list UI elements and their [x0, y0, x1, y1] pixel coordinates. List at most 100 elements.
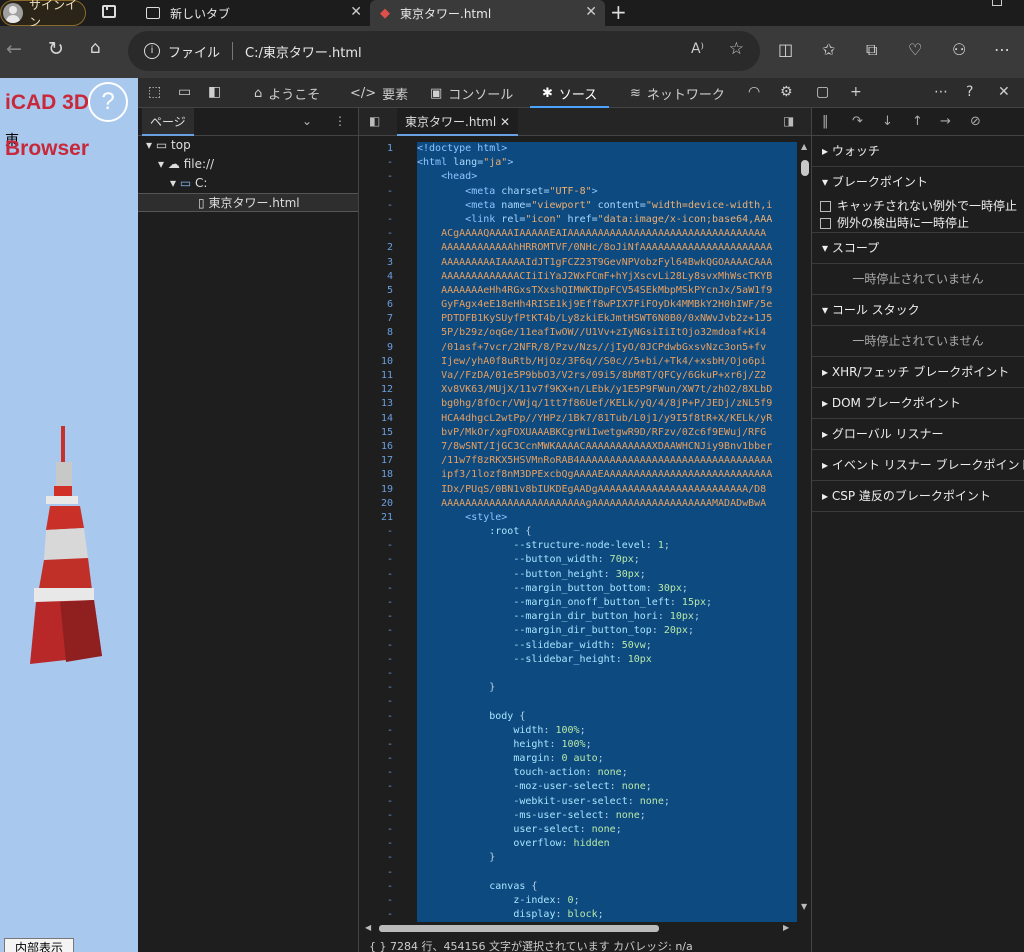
- section-event-listener-breakpoints[interactable]: ▸ イベント リスナー ブレークポイント: [812, 450, 1024, 481]
- scrollbar-thumb[interactable]: [801, 160, 809, 176]
- tokyo-tower-model[interactable]: [0, 418, 138, 678]
- back-icon[interactable]: ←: [6, 38, 22, 60]
- line-number[interactable]: 13: [359, 397, 415, 411]
- close-devtools-icon[interactable]: ✕: [998, 84, 1010, 100]
- scroll-left-icon[interactable]: ◀: [365, 923, 371, 932]
- pause-caught-checkbox[interactable]: 例外の検出時に一時停止: [812, 214, 1024, 233]
- line-number[interactable]: -: [359, 780, 415, 794]
- checkbox[interactable]: [820, 217, 831, 229]
- line-number[interactable]: 19: [359, 483, 415, 497]
- line-number[interactable]: -: [359, 738, 415, 752]
- line-number[interactable]: -: [359, 639, 415, 653]
- toggle-navigator-icon[interactable]: ◧: [369, 114, 380, 128]
- tab-tokyo-tower[interactable]: ◆ 東京タワー.html ✕: [370, 0, 605, 26]
- read-aloud-icon[interactable]: A⁾: [691, 41, 704, 57]
- more-options-icon[interactable]: ⋯: [934, 84, 948, 100]
- line-number[interactable]: -: [359, 568, 415, 582]
- vertical-scrollbar[interactable]: ▲ ▼: [799, 142, 811, 922]
- line-number[interactable]: -: [359, 766, 415, 780]
- help-button[interactable]: ?: [88, 82, 128, 122]
- toggle-debugger-icon[interactable]: ◨: [783, 114, 794, 128]
- info-icon[interactable]: i: [144, 43, 160, 59]
- line-number[interactable]: -: [359, 681, 415, 695]
- line-number[interactable]: 15: [359, 426, 415, 440]
- section-call-stack[interactable]: ▾ コール スタック: [812, 295, 1024, 326]
- settings-gear-icon[interactable]: ⚙: [780, 84, 793, 100]
- line-number[interactable]: -: [359, 582, 415, 596]
- line-number[interactable]: -: [359, 724, 415, 738]
- line-number[interactable]: -: [359, 908, 415, 922]
- line-number[interactable]: -: [359, 170, 415, 184]
- line-number[interactable]: -: [359, 199, 415, 213]
- line-number[interactable]: -: [359, 596, 415, 610]
- line-number[interactable]: -: [359, 553, 415, 567]
- tab-sources[interactable]: ✱ ソース: [529, 84, 610, 108]
- line-number[interactable]: 12: [359, 383, 415, 397]
- checkbox[interactable]: [820, 200, 831, 212]
- line-number[interactable]: 14: [359, 412, 415, 426]
- line-number[interactable]: 3: [359, 256, 415, 270]
- more-icon[interactable]: ⋯: [994, 40, 1010, 59]
- dock-icon[interactable]: ◧: [208, 84, 221, 100]
- line-number[interactable]: -: [359, 185, 415, 199]
- line-number[interactable]: 21: [359, 511, 415, 525]
- address-bar[interactable]: i ファイル C:/東京タワー.html A⁾ ☆: [128, 31, 760, 71]
- step-over-icon[interactable]: ↷: [852, 114, 863, 129]
- line-number[interactable]: 20: [359, 497, 415, 511]
- split-screen-icon[interactable]: ◫: [778, 40, 793, 59]
- performance-icon[interactable]: ◠: [748, 84, 760, 100]
- line-number[interactable]: 10: [359, 355, 415, 369]
- section-breakpoints[interactable]: ▾ ブレークポイント: [812, 167, 1024, 198]
- inner-view-button[interactable]: 内部表示: [4, 938, 74, 952]
- tree-item-html[interactable]: ▯ 東京タワー.html: [138, 193, 358, 212]
- line-number[interactable]: 18: [359, 468, 415, 482]
- line-number[interactable]: 1: [359, 142, 415, 156]
- kebab-menu-icon[interactable]: ⋮: [334, 114, 346, 128]
- code-area[interactable]: <!doctype html> <html lang="ja"> <head> …: [417, 142, 797, 922]
- inspect-icon[interactable]: ⬚: [148, 84, 161, 100]
- line-number[interactable]: -: [359, 539, 415, 553]
- tab-page[interactable]: ページ: [142, 108, 194, 136]
- favorite-star-icon[interactable]: ☆: [729, 39, 744, 59]
- line-number[interactable]: -: [359, 610, 415, 624]
- line-number[interactable]: -: [359, 710, 415, 724]
- window-maximize-icon[interactable]: [992, 0, 1002, 6]
- section-dom-breakpoints[interactable]: ▸ DOM ブレークポイント: [812, 388, 1024, 419]
- scroll-down-icon[interactable]: ▼: [801, 902, 807, 911]
- line-number[interactable]: 2: [359, 241, 415, 255]
- home-icon[interactable]: ⌂: [90, 38, 101, 58]
- device-emulation-icon[interactable]: ▭: [178, 84, 191, 100]
- chevron-down-icon[interactable]: ⌄: [302, 114, 312, 128]
- line-number[interactable]: -: [359, 525, 415, 539]
- deactivate-breakpoints-icon[interactable]: ⊘: [970, 114, 981, 129]
- line-number[interactable]: 9: [359, 341, 415, 355]
- browser-essentials-icon[interactable]: ♡: [908, 40, 922, 59]
- application-icon[interactable]: ▢: [816, 84, 829, 100]
- line-number[interactable]: -: [359, 624, 415, 638]
- line-number[interactable]: 6: [359, 298, 415, 312]
- line-number[interactable]: -: [359, 866, 415, 880]
- step-into-icon[interactable]: ↓: [882, 114, 893, 129]
- tree-item-file[interactable]: ▾ ☁ file://: [138, 155, 358, 174]
- section-watch[interactable]: ▸ ウォッチ: [812, 136, 1024, 167]
- line-number[interactable]: 5: [359, 284, 415, 298]
- line-number[interactable]: -: [359, 837, 415, 851]
- workspaces-icon[interactable]: [102, 5, 116, 18]
- line-number[interactable]: -: [359, 213, 415, 227]
- extensions-icon[interactable]: ⚇: [952, 40, 966, 59]
- line-number[interactable]: 8: [359, 326, 415, 340]
- section-global-listeners[interactable]: ▸ グローバル リスナー: [812, 419, 1024, 450]
- tree-item-top[interactable]: ▾ ▭ top: [138, 136, 358, 155]
- section-xhr-breakpoints[interactable]: ▸ XHR/フェッチ ブレークポイント: [812, 357, 1024, 388]
- editor-file-tab[interactable]: 東京タワー.html ✕: [397, 108, 519, 136]
- horizontal-scrollbar[interactable]: ◀ ▶: [359, 922, 799, 934]
- close-icon[interactable]: ✕: [585, 4, 597, 20]
- line-number[interactable]: -: [359, 695, 415, 709]
- line-number[interactable]: -: [359, 795, 415, 809]
- url-text[interactable]: C:/東京タワー.html: [245, 42, 362, 61]
- line-number[interactable]: 4: [359, 270, 415, 284]
- signin-button[interactable]: サインイン: [0, 0, 86, 29]
- refresh-icon[interactable]: ↻: [48, 38, 64, 60]
- line-number[interactable]: -: [359, 851, 415, 865]
- more-tools-icon[interactable]: +: [850, 84, 862, 100]
